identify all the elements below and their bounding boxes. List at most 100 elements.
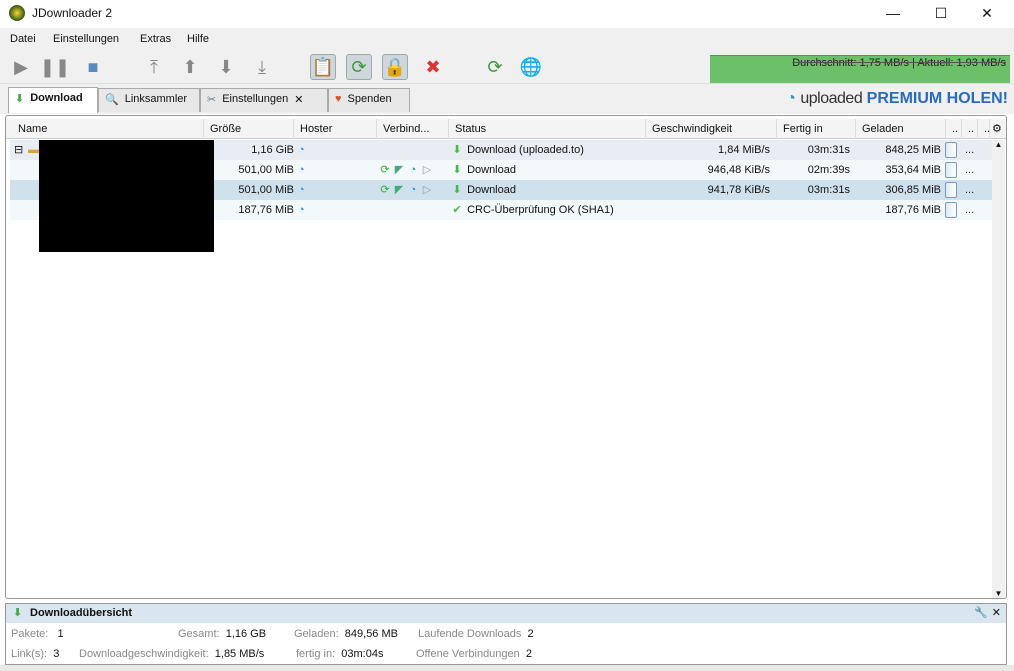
premium-banner[interactable]: ◔ uploaded PREMIUM HOLEN! xyxy=(786,90,1008,108)
stop-icon[interactable]: ■ xyxy=(80,54,106,80)
status-cell: ⬇ Download xyxy=(450,160,516,180)
col-hoster[interactable]: Hoster xyxy=(294,119,377,139)
packages-stat: Pakete: 1 xyxy=(11,628,64,640)
col-eta[interactable]: Fertig in xyxy=(777,119,856,139)
chunk-icon: ◤ xyxy=(394,184,404,196)
loaded-cell: 187,76 MiB xyxy=(885,204,941,216)
status-text: Download xyxy=(467,184,516,196)
download-arrow-icon: ⬇ xyxy=(13,607,23,619)
speed-cell: 1,84 MiB/s xyxy=(718,144,770,156)
col-name[interactable]: Name xyxy=(12,119,204,139)
menu-bar: Datei Einstellungen Extras Hilfe xyxy=(0,28,1014,50)
col-extra-1[interactable]: .. xyxy=(946,119,962,139)
more-cell: ... xyxy=(965,164,975,176)
reconnect-icon[interactable]: ⟳ xyxy=(482,54,508,80)
scroll-down-icon[interactable]: ▼ xyxy=(992,589,1005,598)
update-icon[interactable]: 🌐 xyxy=(518,54,544,80)
tab-label: Linksammler xyxy=(124,93,188,105)
status-text: CRC-Überprüfung OK (SHA1) xyxy=(467,204,614,216)
overview-header: ⬇ Downloadübersicht 🔧 ✕ xyxy=(6,604,1006,623)
label: Link(s): xyxy=(11,648,48,660)
close-button[interactable]: ✕ xyxy=(964,0,1010,26)
auto-reconnect-icon[interactable]: ⟳ xyxy=(346,54,372,80)
uploaded-hoster-icon: ◔ xyxy=(298,184,305,196)
scroll-up-icon[interactable]: ▲ xyxy=(992,140,1005,149)
menu-datei[interactable]: Datei xyxy=(10,33,36,45)
silent-mode-icon[interactable]: ✖ xyxy=(420,54,446,80)
col-extra-3[interactable]: .. xyxy=(978,119,990,139)
pause-icon[interactable]: ❚❚ xyxy=(40,54,70,80)
total-stat: Gesamt: 1,16 GB xyxy=(178,628,266,640)
speed-meter-text: Durchschnitt: 1,75 MB/s | Aktuell: 1,93 … xyxy=(792,57,1006,69)
package-folder-icon: ▬ xyxy=(28,144,39,156)
menu-extras[interactable]: Extras xyxy=(140,33,171,45)
collapse-toggle-icon[interactable]: ⊟ xyxy=(14,140,23,160)
move-up-icon[interactable]: ⬆ xyxy=(177,54,203,80)
col-status[interactable]: Status xyxy=(449,119,646,139)
progress-bar xyxy=(945,142,957,158)
tab-label: Download xyxy=(30,92,83,104)
window-title: JDownloader 2 xyxy=(32,6,113,20)
menu-hilfe[interactable]: Hilfe xyxy=(187,33,209,45)
menu-einstellungen[interactable]: Einstellungen xyxy=(53,33,119,45)
links-stat: Link(s): 3 xyxy=(11,648,59,660)
chunk-icon: ◤ xyxy=(394,164,404,176)
tab-linksammler[interactable]: 🔍 Linksammler xyxy=(98,88,200,112)
minimize-button[interactable]: — xyxy=(870,0,916,26)
tab-einstellungen[interactable]: ✂ Einstellungen ✕ xyxy=(200,88,328,112)
speed-cell: 946,48 KiB/s xyxy=(707,164,770,176)
label: Gesamt: xyxy=(178,628,220,640)
value: 3 xyxy=(53,648,60,660)
resume-icon: ▷ xyxy=(422,184,432,196)
speed-cell xyxy=(646,200,770,220)
hoster-icon: ◔ xyxy=(409,184,417,196)
connection-icons: ⟳ ◤ ◔ ▷ xyxy=(378,180,434,200)
more-cell: ... xyxy=(965,144,975,156)
check-icon: ✔ xyxy=(452,204,462,216)
reconnect-icon: ⟳ xyxy=(380,164,390,176)
loaded-cell: 848,25 MiB xyxy=(885,144,941,156)
label: Downloadgeschwindigkeit: xyxy=(79,648,209,660)
col-speed[interactable]: Geschwindigkeit xyxy=(646,119,777,139)
move-down-icon[interactable]: ⬇ xyxy=(213,54,239,80)
heart-icon: ♥ xyxy=(335,93,342,105)
table-header: Name Größe Hoster Verbind... Status Gesc… xyxy=(6,119,1006,139)
premium-lock-icon[interactable]: 🔒 xyxy=(382,54,408,80)
value: 1 xyxy=(57,628,64,640)
uploaded-hoster-icon: ◔ xyxy=(298,204,305,216)
tab-download[interactable]: ⬇ Download xyxy=(8,87,98,113)
label: Laufende Downloads xyxy=(418,628,522,640)
column-settings-icon[interactable]: ⚙ xyxy=(990,119,1006,139)
promo-text: PREMIUM HOLEN! xyxy=(866,90,1008,107)
maximize-button[interactable]: ☐ xyxy=(918,0,964,26)
col-size[interactable]: Größe xyxy=(204,119,294,139)
progress-bar xyxy=(945,182,957,198)
reconnect-icon: ⟳ xyxy=(380,184,390,196)
app-logo-icon xyxy=(9,5,25,21)
tab-spenden[interactable]: ♥ Spenden xyxy=(328,88,410,112)
uploaded-hoster-icon: ◔ xyxy=(298,164,305,176)
running-downloads-stat: Laufende Downloads 2 xyxy=(418,628,534,640)
move-bottom-icon[interactable]: ⤓ xyxy=(249,54,275,80)
loaded-stat: Geladen: 849,56 MB xyxy=(294,628,398,640)
hoster-icon: ◔ xyxy=(409,164,417,176)
download-table: Name Größe Hoster Verbind... Status Gesc… xyxy=(5,115,1007,599)
wrench-icon[interactable]: 🔧 xyxy=(974,606,988,619)
redacted-name-area xyxy=(39,140,214,252)
tab-close-icon[interactable]: ✕ xyxy=(294,93,303,112)
overview-close-icon[interactable]: ✕ xyxy=(992,606,1001,619)
vertical-scrollbar[interactable]: ▲ ▼ xyxy=(992,140,1005,598)
start-icon[interactable]: ▶ xyxy=(8,54,34,80)
uploaded-logo-icon: ◔ xyxy=(786,90,801,107)
status-bar xyxy=(0,665,1014,671)
move-top-icon[interactable]: ⤒ xyxy=(141,54,167,80)
col-loaded[interactable]: Geladen xyxy=(856,119,946,139)
speed-meter: Durchschnitt: 1,75 MB/s | Aktuell: 1,93 … xyxy=(710,55,1010,83)
clipboard-icon[interactable]: 📋 xyxy=(310,54,336,80)
eta-cell xyxy=(776,200,850,220)
label: Pakete: xyxy=(11,628,49,640)
col-extra-2[interactable]: .. xyxy=(962,119,978,139)
col-connections[interactable]: Verbind... xyxy=(377,119,449,139)
open-connections-stat: Offene Verbindungen 2 xyxy=(416,648,532,660)
eta-cell: 02m:39s xyxy=(807,164,850,176)
